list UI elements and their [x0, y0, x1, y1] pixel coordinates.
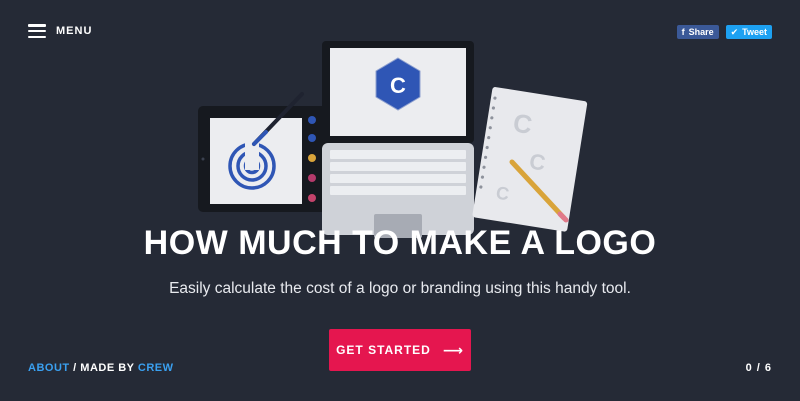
get-started-label: GET STARTED [336, 343, 431, 357]
page-subtitle: Easily calculate the cost of a logo or b… [169, 280, 631, 297]
footer-credits: ABOUT / MADE BY CREW [28, 362, 174, 374]
get-started-button[interactable]: GET STARTED ⟶ [329, 329, 471, 371]
menu-label: MENU [56, 25, 93, 37]
tweet-label: Tweet [742, 27, 767, 37]
hamburger-icon [28, 24, 46, 38]
screen-letter: C [390, 73, 406, 98]
twitter-icon: ✔ [730, 26, 739, 37]
share-label: Share [688, 27, 714, 37]
made-by-label: MADE BY [80, 362, 135, 374]
facebook-icon: f [681, 27, 685, 37]
hero-illustration: C C C C [198, 41, 588, 238]
tablet-illustration [198, 92, 328, 212]
laptop-illustration: C [322, 41, 474, 238]
footer-separator: / [73, 362, 77, 374]
menu-button[interactable]: MENU [28, 24, 92, 38]
facebook-share-button[interactable]: f Share [676, 25, 719, 39]
step-counter: 0 / 6 [745, 362, 772, 374]
page-title: HOW MUCH TO MAKE A LOGO [143, 224, 657, 262]
notebook-illustration: C C C [472, 87, 588, 232]
social-buttons: f Share ✔ Tweet [676, 25, 772, 39]
crew-link[interactable]: CREW [138, 362, 174, 374]
arrow-right-icon: ⟶ [442, 341, 464, 358]
about-link[interactable]: ABOUT [28, 362, 70, 374]
twitter-tweet-button[interactable]: ✔ Tweet [725, 25, 772, 39]
